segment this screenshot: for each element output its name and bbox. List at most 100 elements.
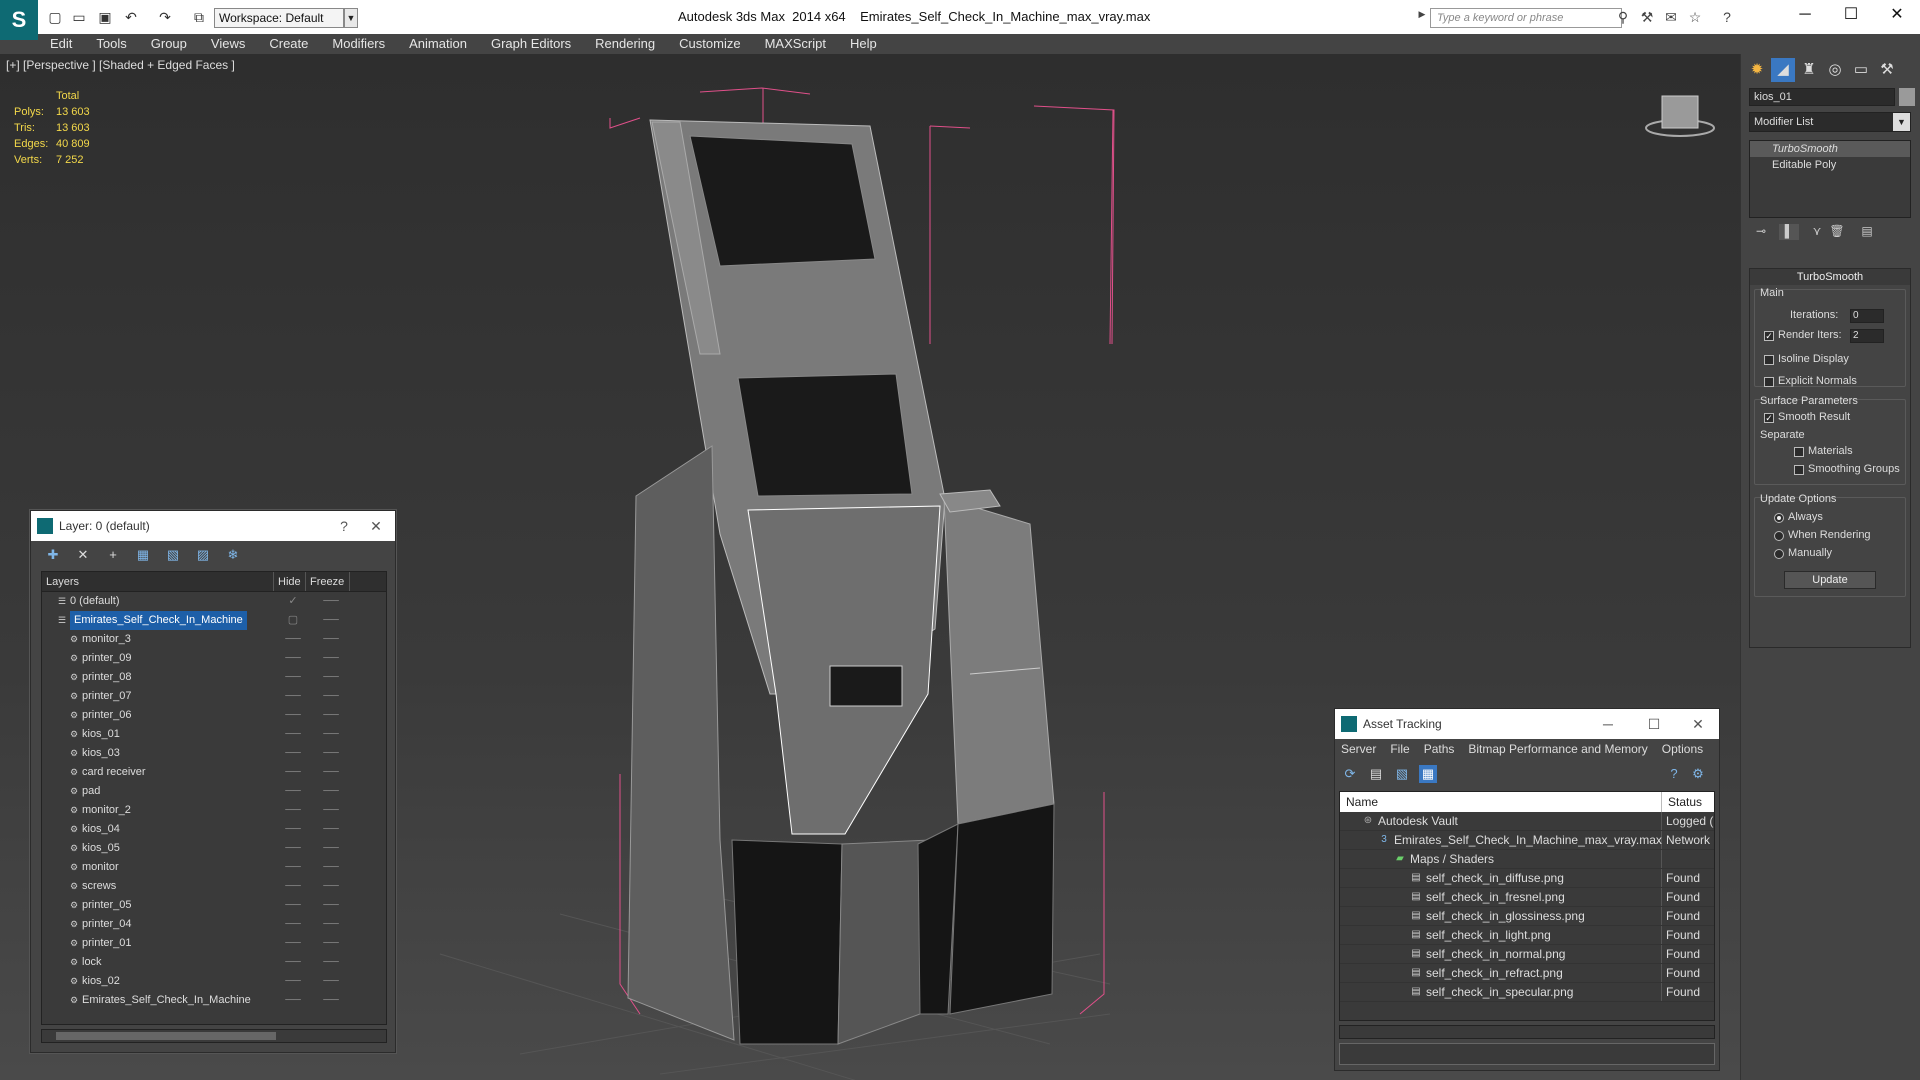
- freeze-toggle[interactable]: ──: [312, 915, 350, 934]
- asset-row[interactable]: ▤ self_check_in_glossiness.png Found: [1340, 907, 1714, 926]
- menu-modifiers[interactable]: Modifiers: [320, 34, 397, 54]
- status-column-header[interactable]: Status: [1662, 792, 1702, 812]
- make-unique-icon[interactable]: ⋎: [1807, 224, 1827, 240]
- asset-row[interactable]: ▤ self_check_in_diffuse.png Found: [1340, 869, 1714, 888]
- hide-toggle[interactable]: ✓: [274, 592, 312, 611]
- asset-row[interactable]: ▤ self_check_in_specular.png Found: [1340, 983, 1714, 1002]
- hide-toggle[interactable]: ──: [274, 858, 312, 877]
- asset-menu-file[interactable]: File: [1390, 739, 1409, 759]
- binoculars-icon[interactable]: ⚲: [1614, 9, 1632, 27]
- remove-modifier-icon[interactable]: 🗑: [1827, 224, 1847, 240]
- close-icon[interactable]: ✕: [361, 511, 391, 541]
- freeze-toggle[interactable]: ──: [312, 725, 350, 744]
- layer-row[interactable]: ⚙ monitor ── ──: [42, 858, 386, 877]
- close-button[interactable]: ✕: [1874, 0, 1920, 32]
- freeze-toggle[interactable]: ──: [312, 687, 350, 706]
- menu-edit[interactable]: Edit: [38, 34, 84, 54]
- freeze-toggle[interactable]: ──: [312, 820, 350, 839]
- asset-menu-paths[interactable]: Paths: [1424, 739, 1455, 759]
- hide-toggle[interactable]: ──: [274, 725, 312, 744]
- layer-row[interactable]: ☰ Emirates_Self_Check_In_Machine ▢ ──: [42, 611, 386, 630]
- freeze-toggle[interactable]: ──: [312, 706, 350, 725]
- asset-menu-options[interactable]: Options: [1662, 739, 1703, 759]
- when-rendering-radio[interactable]: [1774, 531, 1784, 541]
- project-folder-icon[interactable]: ⧉: [190, 8, 208, 26]
- hide-toggle[interactable]: ──: [274, 915, 312, 934]
- hide-toggle[interactable]: ──: [274, 953, 312, 972]
- always-radio[interactable]: [1774, 513, 1784, 523]
- delete-layer-icon[interactable]: ✕: [75, 547, 91, 563]
- hide-toggle[interactable]: ──: [274, 744, 312, 763]
- app-logo-icon[interactable]: S: [0, 0, 38, 40]
- list-view-icon[interactable]: ▤: [1367, 765, 1385, 783]
- asset-row[interactable]: ▰ Maps / Shaders: [1340, 850, 1714, 869]
- save-file-icon[interactable]: ▣: [96, 8, 114, 26]
- render-iters-checkbox[interactable]: ✓: [1764, 331, 1774, 341]
- freeze-toggle[interactable]: ──: [312, 611, 350, 630]
- asset-row[interactable]: 3 Emirates_Self_Check_In_Machine_max_vray…: [1340, 831, 1714, 850]
- favorites-star-icon[interactable]: ☆: [1686, 9, 1704, 27]
- layer-row[interactable]: ⚙ screws ── ──: [42, 877, 386, 896]
- select-objects-icon[interactable]: ▦: [135, 547, 151, 563]
- hide-toggle[interactable]: ──: [274, 801, 312, 820]
- communication-icon[interactable]: ✉: [1662, 9, 1680, 27]
- menu-customize[interactable]: Customize: [667, 34, 752, 54]
- help-icon[interactable]: ?: [329, 511, 359, 541]
- hide-toggle[interactable]: ──: [274, 649, 312, 668]
- freeze-toggle[interactable]: ──: [312, 668, 350, 687]
- name-column-header[interactable]: Name: [1340, 792, 1662, 812]
- close-icon[interactable]: ✕: [1683, 709, 1713, 739]
- modify-tab-icon[interactable]: ◢: [1771, 58, 1795, 82]
- freeze-toggle[interactable]: ──: [312, 953, 350, 972]
- layer-row[interactable]: ⚙ printer_08 ── ──: [42, 668, 386, 687]
- layer-row[interactable]: ⚙ pad ── ──: [42, 782, 386, 801]
- freeze-column-header[interactable]: Freeze: [306, 572, 350, 591]
- asset-row[interactable]: ▤ self_check_in_fresnel.png Found: [1340, 888, 1714, 907]
- undo-icon[interactable]: ↶: [122, 8, 140, 26]
- layer-row[interactable]: ⚙ printer_09 ── ──: [42, 649, 386, 668]
- horizontal-scrollbar[interactable]: [1339, 1025, 1715, 1039]
- show-end-result-icon[interactable]: ▌: [1779, 224, 1799, 240]
- smooth-result-checkbox[interactable]: ✓: [1764, 413, 1774, 423]
- layer-row[interactable]: ☰ 0 (default) ✓ ──: [42, 592, 386, 611]
- asset-row[interactable]: ▤ self_check_in_normal.png Found: [1340, 945, 1714, 964]
- manually-radio[interactable]: [1774, 549, 1784, 559]
- chevron-down-icon[interactable]: ▼: [344, 8, 358, 28]
- freeze-toggle[interactable]: ──: [312, 896, 350, 915]
- hide-toggle[interactable]: ──: [274, 668, 312, 687]
- help-icon[interactable]: ?: [1718, 9, 1736, 27]
- settings-icon[interactable]: ⚙: [1689, 765, 1707, 783]
- layer-row[interactable]: ⚙ lock ── ──: [42, 953, 386, 972]
- table-view-icon[interactable]: ▦: [1419, 765, 1437, 783]
- layer-row[interactable]: ⚙ kios_01 ── ──: [42, 725, 386, 744]
- asset-window-titlebar[interactable]: Asset Tracking ─ ☐ ✕: [1335, 709, 1719, 739]
- redo-icon[interactable]: ↷: [156, 8, 174, 26]
- hide-toggle[interactable]: ──: [274, 877, 312, 896]
- help-icon[interactable]: ?: [1665, 765, 1683, 783]
- menu-animation[interactable]: Animation: [397, 34, 479, 54]
- maximize-button[interactable]: ☐: [1828, 0, 1874, 32]
- scrollbar-thumb[interactable]: [56, 1032, 276, 1040]
- object-name-field[interactable]: kios_01: [1749, 88, 1895, 106]
- freeze-all-layers-icon[interactable]: ❄: [225, 547, 241, 563]
- menu-graph-editors[interactable]: Graph Editors: [479, 34, 583, 54]
- horizontal-scrollbar[interactable]: [41, 1029, 387, 1043]
- layer-row[interactable]: ⚙ kios_05 ── ──: [42, 839, 386, 858]
- stack-item-turbosmooth[interactable]: TurboSmooth: [1750, 141, 1910, 157]
- pin-stack-icon[interactable]: ⊸: [1751, 224, 1771, 240]
- viewcube-icon[interactable]: [1645, 95, 1715, 137]
- freeze-toggle[interactable]: ──: [312, 858, 350, 877]
- modifier-list-dropdown[interactable]: Modifier List: [1749, 112, 1911, 132]
- asset-row[interactable]: ▤ self_check_in_refract.png Found: [1340, 964, 1714, 983]
- hide-toggle[interactable]: ▢: [274, 611, 312, 630]
- stack-item-editable-poly[interactable]: Editable Poly: [1750, 157, 1910, 173]
- menu-views[interactable]: Views: [199, 34, 257, 54]
- hide-toggle[interactable]: ──: [274, 630, 312, 649]
- refresh-icon[interactable]: ⟳: [1341, 765, 1359, 783]
- asset-row[interactable]: ▤ self_check_in_light.png Found: [1340, 926, 1714, 945]
- hide-toggle[interactable]: ──: [274, 706, 312, 725]
- hide-toggle[interactable]: ──: [274, 896, 312, 915]
- highlight-layer-icon[interactable]: ▧: [165, 547, 181, 563]
- freeze-toggle[interactable]: ──: [312, 877, 350, 896]
- layer-row[interactable]: ⚙ kios_02 ── ──: [42, 972, 386, 991]
